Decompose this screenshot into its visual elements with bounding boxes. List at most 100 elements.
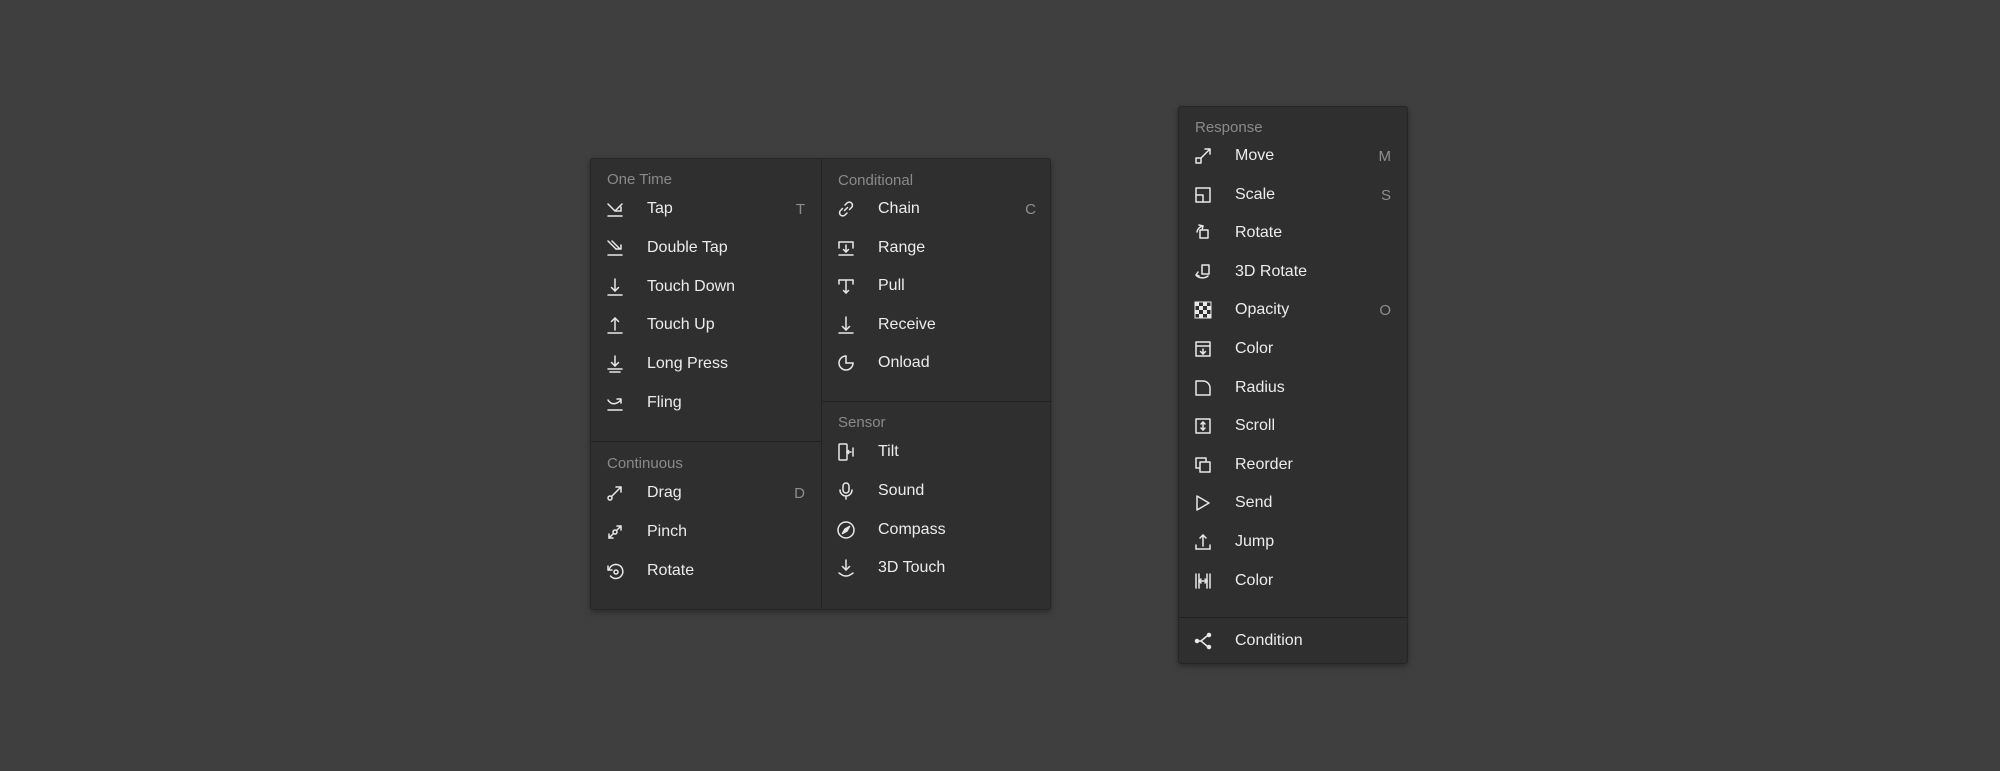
menu-item-label: Rotate — [1235, 224, 1283, 242]
3d-touch-icon — [836, 558, 856, 578]
menu-item-label: Rotate — [647, 561, 695, 579]
menu-item-label: Tap — [647, 200, 673, 217]
menu-item-condition[interactable]: Condition — [1179, 622, 1407, 660]
move-icon — [1193, 146, 1213, 166]
tap-icon — [605, 199, 625, 219]
chain-icon — [836, 199, 856, 219]
reorder-icon — [1193, 455, 1213, 475]
section-response: Response Move M Scale S Rotate 3D Rotate Opaci… — [1179, 107, 1407, 617]
menu-item-color[interactable]: Color — [1179, 562, 1407, 600]
compass-icon — [836, 520, 856, 540]
trigger-panel: One Time Tap T Double Tap Touch Down Touch U… — [590, 158, 1052, 610]
menu-item-label: Scroll — [1235, 417, 1276, 435]
menu-item-label: 3D Touch — [878, 559, 946, 577]
menu-item-label: Condition — [1235, 632, 1303, 649]
menu-item-send[interactable]: Send — [1179, 484, 1407, 522]
rotate-icon — [1193, 223, 1213, 243]
section-title-response: Response — [1195, 119, 1263, 136]
rotate-gesture-icon — [605, 561, 625, 581]
menu-item-chain[interactable]: Chain C — [822, 190, 1052, 228]
condition-icon — [1193, 631, 1213, 651]
menu-item-label: Touch Down — [647, 277, 736, 295]
menu-item-tilt[interactable]: Tilt — [822, 433, 1052, 471]
menu-item-opacity[interactable]: Opacity O — [1179, 291, 1407, 329]
menu-item-label: Range — [878, 238, 926, 256]
shortcut-key: M — [1378, 148, 1392, 165]
touch-up-icon — [605, 315, 625, 335]
menu-item-range[interactable]: Range — [822, 229, 1052, 267]
scale-icon — [1193, 185, 1213, 205]
menu-item-drag[interactable]: Drag D — [591, 474, 821, 512]
menu-item-double-tap[interactable]: Double Tap — [591, 229, 821, 267]
opacity-icon — [1193, 300, 1213, 320]
double-tap-icon — [605, 238, 625, 258]
menu-item-label: Scale — [1235, 185, 1276, 203]
menu-item-radius[interactable]: Radius — [1179, 369, 1407, 407]
menu-item-label: Sound — [878, 481, 925, 499]
menu-item-label: Drag — [647, 484, 682, 501]
menu-item-scale[interactable]: Scale S — [1179, 176, 1407, 214]
drag-icon — [605, 483, 625, 503]
section-title-sensor: Sensor — [838, 414, 886, 431]
scroll-icon — [1193, 416, 1213, 436]
pull-icon — [836, 276, 856, 296]
menu-item-label: Move — [1235, 147, 1275, 164]
menu-item-compass[interactable]: Compass — [822, 511, 1052, 549]
menu-item-sound[interactable]: Sound — [822, 472, 1052, 510]
response-panel: Response Move M Scale S Rotate 3D Rotate Opaci… — [1178, 106, 1408, 664]
menu-item-label: Reorder — [1235, 455, 1293, 473]
menu-item-touch-down[interactable]: Touch Down — [591, 268, 821, 306]
section-title-one-time: One Time — [607, 171, 673, 188]
menu-item-label: Double Tap — [647, 238, 728, 256]
menu-item-label: Pinch — [647, 522, 688, 540]
shortcut-key: O — [1379, 302, 1391, 320]
shortcut-key: S — [1380, 186, 1391, 204]
section-continuous: Continuous Drag D Pinch Rotate — [591, 442, 821, 610]
menu-item-label: 3D Rotate — [1235, 262, 1308, 280]
menu-item-receive[interactable]: Receive — [822, 306, 1052, 344]
fling-icon — [605, 393, 625, 413]
menu-item-tap[interactable]: Tap T — [591, 190, 821, 228]
touch-down-icon — [605, 277, 625, 297]
menu-item-color[interactable]: Color — [1179, 330, 1407, 368]
menu-item-label: Chain — [878, 200, 920, 217]
section-one-time: One Time Tap T Double Tap Touch Down Touch U… — [591, 159, 821, 441]
menu-item-pinch[interactable]: Pinch — [591, 513, 821, 551]
long-press-icon — [605, 354, 625, 374]
menu-item-label: Color — [1235, 340, 1274, 357]
pinch-icon — [605, 522, 625, 542]
radius-icon — [1193, 378, 1213, 398]
menu-item-pull[interactable]: Pull — [822, 267, 1052, 305]
menu-item-scroll[interactable]: Scroll — [1179, 407, 1407, 445]
jump-icon — [1193, 532, 1213, 552]
menu-item-label: Fling — [647, 394, 682, 411]
menu-item-label: Receive — [878, 315, 936, 333]
menu-item-touch-up[interactable]: Touch Up — [591, 306, 821, 344]
menu-item-label: Jump — [1235, 533, 1275, 550]
menu-item-3d-touch[interactable]: 3D Touch — [822, 549, 1052, 587]
menu-item-fling[interactable]: Fling — [591, 384, 821, 422]
menu-item-3d-rotate[interactable]: 3D Rotate — [1179, 253, 1407, 291]
menu-item-label: Send — [1235, 494, 1273, 512]
tilt-icon — [836, 442, 856, 462]
menu-item-onload[interactable]: Onload — [822, 344, 1052, 382]
menu-item-reorder[interactable]: Reorder — [1179, 446, 1407, 484]
color-fill-icon — [1193, 339, 1213, 359]
shortcut-key: C — [1025, 201, 1036, 218]
menu-item-label: Long Press — [647, 355, 728, 373]
menu-item-label: Color — [1235, 571, 1274, 589]
section-conditional: Conditional Chain C Range Pull Receive Onload — [822, 159, 1052, 401]
menu-item-rotate[interactable]: Rotate — [1179, 214, 1407, 252]
range-icon — [836, 238, 856, 258]
menu-item-move[interactable]: Move M — [1179, 137, 1407, 175]
menu-item-long-press[interactable]: Long Press — [591, 345, 821, 383]
receive-icon — [836, 315, 856, 335]
menu-item-label: Opacity — [1235, 301, 1290, 319]
section-footer: Condition — [1179, 618, 1407, 663]
menu-item-jump[interactable]: Jump — [1179, 523, 1407, 561]
microphone-icon — [836, 481, 856, 501]
menu-item-label: Pull — [878, 277, 905, 294]
menu-item-label: Radius — [1235, 378, 1285, 396]
3d-rotate-icon — [1193, 262, 1213, 282]
menu-item-rotate[interactable]: Rotate — [591, 552, 821, 590]
